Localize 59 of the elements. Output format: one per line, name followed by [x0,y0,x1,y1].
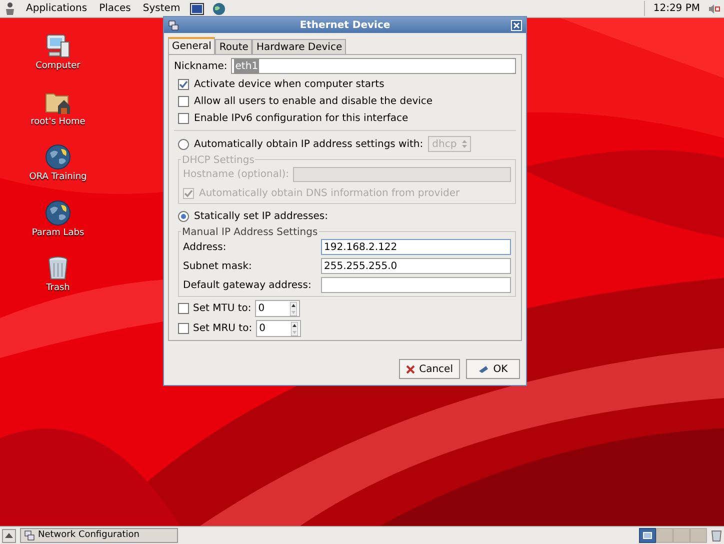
checkbox[interactable] [178,78,189,90]
checkbox-label: Set MTU to: [193,302,252,316]
tab[interactable]: Route [215,39,252,54]
field-label: Nickname: [174,60,228,74]
field-label: Hostname (optional): [183,168,290,182]
radio-button[interactable] [178,211,189,222]
checkbox[interactable] [178,112,189,124]
radio-button[interactable] [178,138,189,150]
spinner-arrows-icon [462,140,468,148]
clock[interactable]: 12:29 PM [644,1,700,16]
computer-icon[interactable] [44,32,72,60]
field-label: Default gateway address: [183,278,312,292]
input-field[interactable] [321,277,511,293]
cancel-button[interactable]: Cancel [399,359,460,379]
radio-label: Automatically obtain IP address settings with: [194,138,424,152]
trash-icon[interactable] [711,529,722,542]
field-label: Subnet mask: [183,260,253,274]
checkbox[interactable] [178,96,189,106]
checkbox[interactable] [178,303,189,314]
checkbox-label: Set MRU to: [193,322,252,336]
spin-field[interactable]: 0 [255,300,300,317]
network-icon [168,20,179,30]
tab[interactable]: General [168,37,216,54]
field-label: Address: [183,240,228,254]
globe-icon[interactable] [44,143,72,171]
desktop-icon-label[interactable]: Computer [36,60,80,74]
spin-arrows-icon[interactable] [290,302,298,316]
group-title: Manual IP Address Settings [181,225,319,240]
workspace-button[interactable] [639,528,656,543]
checkbox-label: Activate device when computer starts [194,78,384,92]
globe-icon[interactable] [212,2,226,16]
spin-arrows-icon[interactable] [291,322,298,336]
show-desktop-icon[interactable] [2,528,16,542]
checkbox[interactable] [178,323,189,334]
checkbox-label: Automatically obtain DNS information from provider [199,186,460,200]
desktop-icon-label[interactable]: ORA Training [29,171,87,184]
checkbox-label: Enable IPv6 configuration for this interface [194,112,408,126]
spin-field[interactable]: 0 [256,320,302,337]
network-icon [24,530,35,541]
input-field[interactable]: 192.168.2.122 [321,239,511,255]
desktop-icon-label[interactable]: root's Home [30,116,86,129]
ok-button[interactable]: OK [466,359,520,379]
globe-icon[interactable] [44,198,72,226]
desktop-icon-label[interactable]: Trash [46,282,70,296]
window-title: Ethernet Device [298,18,392,32]
terminal-icon[interactable] [190,2,204,16]
cross-icon [406,364,416,374]
taskbar-button[interactable]: Network Configuration [20,528,178,543]
radio-label: Statically set IP addresses: [194,210,328,224]
group-title: DHCP Settings [181,153,256,168]
checkbox-label: Allow all users to enable and disable the device [194,94,433,108]
close-button[interactable] [511,20,522,30]
input-field[interactable]: 255.255.255.0 [321,258,511,274]
menu-item[interactable]: Applications [24,1,90,16]
speaker-icon[interactable] [708,4,720,14]
menu-item[interactable]: System [140,1,182,16]
desktop-icon-label[interactable]: Param Labs [32,226,84,240]
tab[interactable]: Hardware Device [252,39,346,54]
menu-item[interactable]: Places [97,1,133,16]
